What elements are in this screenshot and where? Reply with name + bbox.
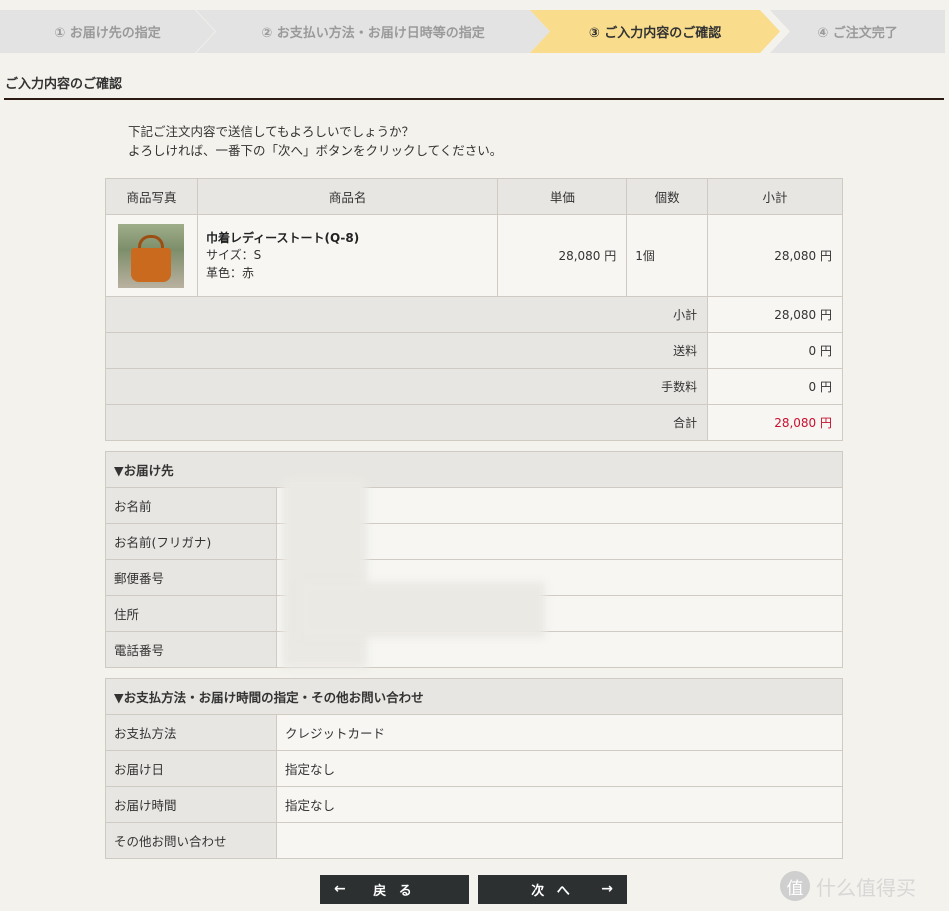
- order-progress-steps: ① お届け先の指定 ② お支払い方法・お届け日時等の指定 ③ ご入力内容のご確認…: [0, 10, 949, 53]
- summary-row-total: 合計 28,080 円: [104, 404, 843, 441]
- payment-label: お届け時間: [105, 786, 277, 823]
- next-button[interactable]: 次 へ →: [478, 875, 627, 904]
- arrow-left-icon: ←: [334, 881, 346, 897]
- cart-item-row: 巾着レディーストート(Q-8) サイズ：S 革色：赤 28,080 円 1個 2…: [105, 214, 843, 297]
- item-subtotal: 28,080 円: [707, 214, 843, 297]
- quantity: 1個: [626, 214, 709, 297]
- cart-header-row: 商品写真 商品名 単価 個数 小計: [105, 178, 843, 215]
- product-photo[interactable]: [118, 223, 185, 288]
- payment-value: [276, 822, 843, 859]
- summary-row-shipping: 送料 0 円: [104, 332, 843, 369]
- watermark-logo-icon: 值: [780, 871, 810, 901]
- confirmation-intro: 下記ご注文内容で送信してもよろしいでしょうか？ よろしければ、一番下の「次へ」ボ…: [128, 122, 502, 160]
- product-photo-cell: [105, 214, 198, 297]
- step-order-complete: ④ ご注文完了: [770, 10, 945, 53]
- payment-heading: ▼お支払方法・お届け時間の指定・その他お問い合わせ: [105, 678, 843, 715]
- title-divider: [4, 98, 944, 100]
- unit-price: 28,080 円: [497, 214, 628, 297]
- header-product-name: 商品名: [196, 178, 499, 215]
- payment-value: 指定なし: [276, 786, 843, 823]
- summary-label: 送料: [104, 332, 709, 369]
- payment-row: お届け日 指定なし: [105, 750, 843, 787]
- product-name[interactable]: 巾着レディーストート(Q-8): [206, 229, 497, 246]
- header-photo: 商品写真: [105, 178, 198, 215]
- summary-label: 手数料: [104, 368, 709, 405]
- shipping-label: 郵便番号: [105, 559, 277, 596]
- header-unit-price: 単価: [497, 178, 628, 215]
- header-quantity: 個数: [626, 178, 709, 215]
- total-amount: 28,080 円: [707, 404, 843, 441]
- shipping-label: お名前(フリガナ): [105, 523, 277, 560]
- payment-label: その他お問い合わせ: [105, 822, 277, 859]
- back-button[interactable]: ← 戻 る: [320, 875, 469, 904]
- summary-row-subtotal: 小計 28,080 円: [104, 296, 843, 333]
- watermark-text: 什么值得买: [816, 875, 916, 900]
- arrow-right-icon: →: [601, 881, 613, 897]
- shipping-label: 電話番号: [105, 631, 277, 668]
- product-leather-color: 革色：赤: [205, 266, 254, 280]
- shipping-row: お名前(フリガナ): [105, 523, 843, 560]
- page-title: ご入力内容のご確認: [5, 77, 123, 92]
- redaction-blur: [300, 582, 545, 638]
- intro-line-2: よろしければ、一番下の「次へ」ボタンをクリックしてください。: [128, 143, 503, 158]
- cart-table: 商品写真 商品名 単価 個数 小計 巾着レディーストート(Q-8) サイズ：S …: [104, 178, 843, 441]
- shipping-heading-row: ▼お届け先: [105, 451, 843, 488]
- payment-value: 指定なし: [276, 750, 843, 787]
- redaction-blur: [282, 478, 367, 668]
- summary-label: 小計: [104, 296, 709, 333]
- site-watermark: 值 什么值得买: [780, 868, 945, 904]
- step-delivery-address: ① お届け先の指定: [0, 10, 215, 53]
- header-subtotal: 小計: [707, 178, 843, 215]
- payment-table: ▼お支払方法・お届け時間の指定・その他お問い合わせ お支払方法 クレジットカード…: [105, 678, 843, 859]
- shipping-row: お名前: [105, 487, 843, 524]
- payment-row: お届け時間 指定なし: [105, 786, 843, 823]
- product-name-cell: 巾着レディーストート(Q-8) サイズ：S 革色：赤: [196, 214, 499, 297]
- payment-label: お支払方法: [105, 714, 277, 751]
- bag-graphic: [131, 247, 172, 282]
- payment-label: お届け日: [105, 750, 277, 787]
- summary-value: 0 円: [707, 368, 843, 405]
- payment-heading-row: ▼お支払方法・お届け時間の指定・その他お問い合わせ: [105, 678, 843, 715]
- shipping-heading: ▼お届け先: [105, 451, 843, 488]
- summary-value: 28,080 円: [707, 296, 843, 333]
- step-payment-method: ② お支払い方法・お届け日時等の指定: [196, 10, 550, 53]
- shipping-label: 住所: [105, 595, 277, 632]
- product-size: サイズ：S: [205, 248, 262, 262]
- summary-label: 合計: [104, 404, 709, 441]
- step-confirm-input: ③ ご入力内容のご確認: [530, 10, 780, 53]
- payment-value: クレジットカード: [276, 714, 843, 751]
- summary-value: 0 円: [707, 332, 843, 369]
- payment-row: その他お問い合わせ: [105, 822, 843, 859]
- intro-line-1: 下記ご注文内容で送信してもよろしいでしょうか？: [128, 124, 415, 139]
- shipping-label: お名前: [105, 487, 277, 524]
- summary-row-fee: 手数料 0 円: [104, 368, 843, 405]
- payment-row: お支払方法 クレジットカード: [105, 714, 843, 751]
